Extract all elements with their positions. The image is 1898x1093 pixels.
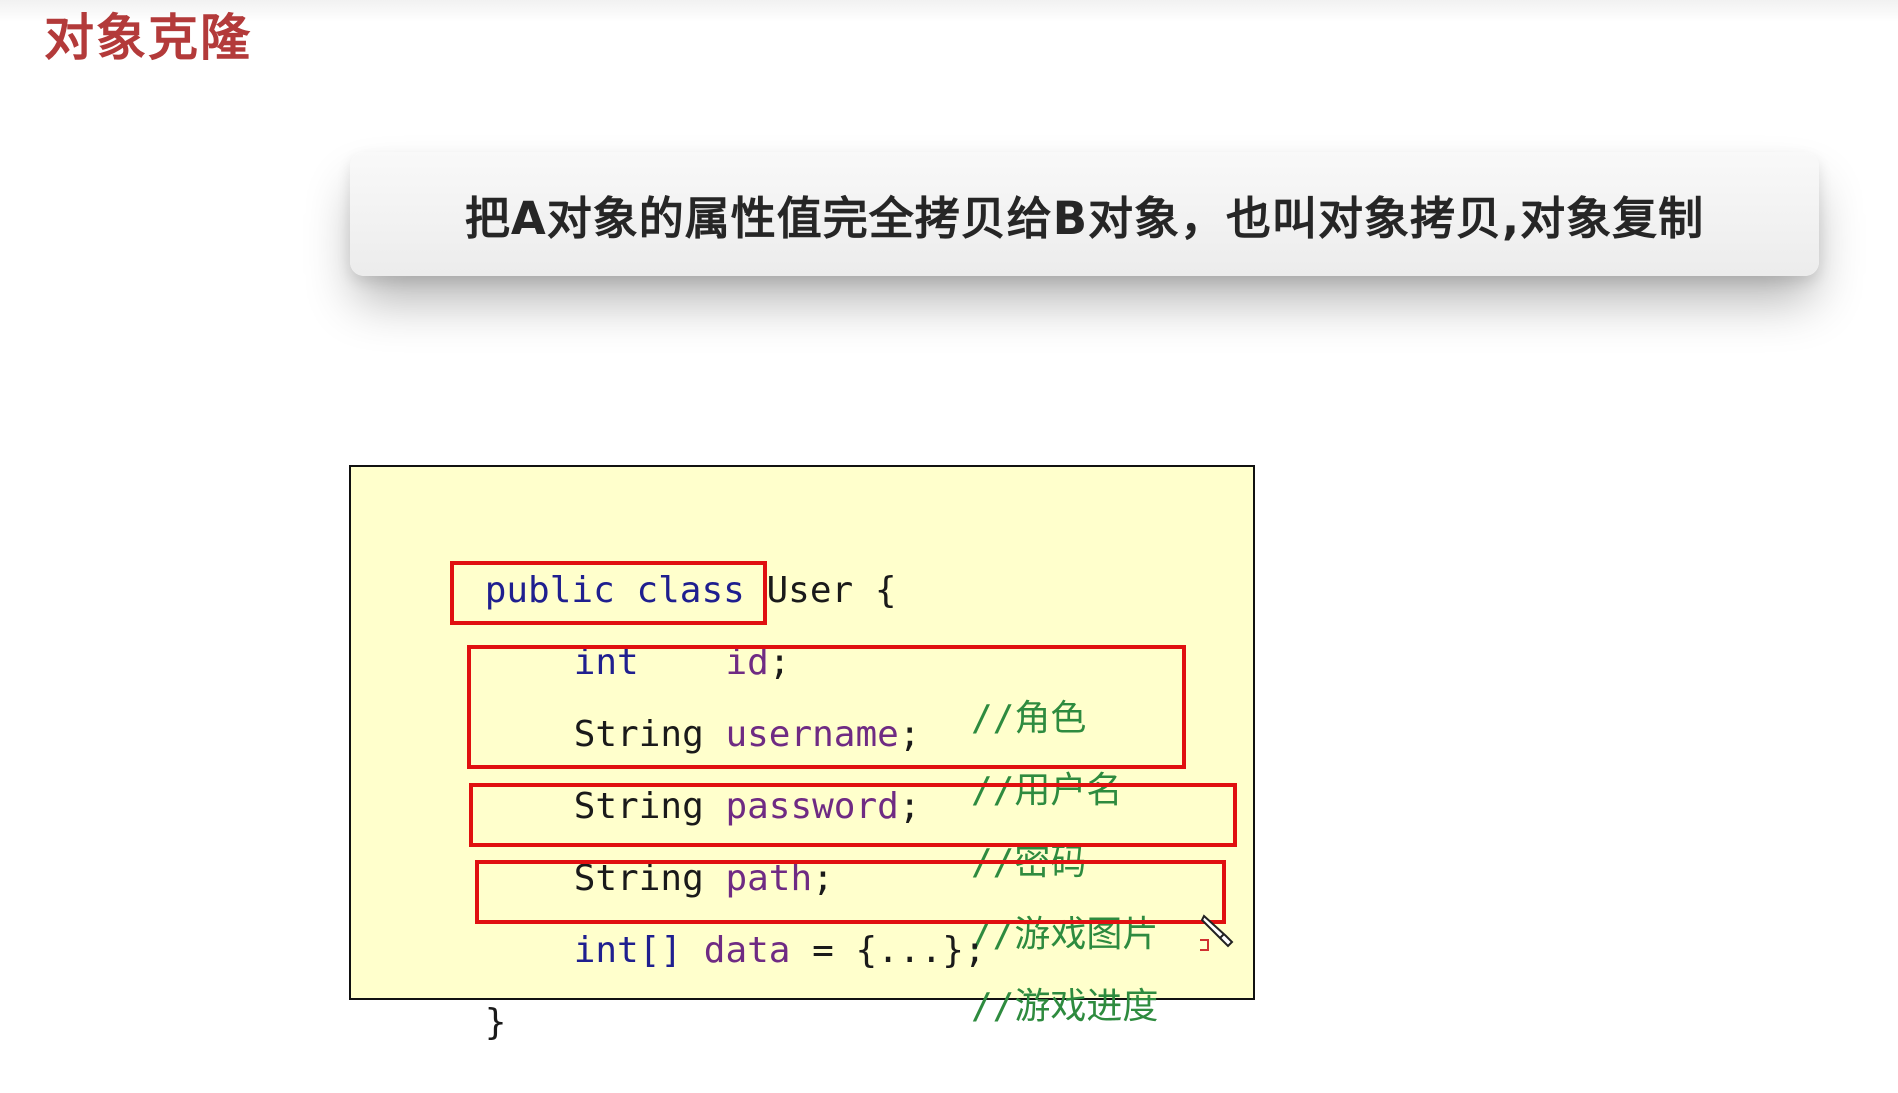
- close-brace: }: [484, 1002, 507, 1043]
- field-type: int[]: [573, 930, 683, 971]
- definition-callout: 把A对象的属性值完全拷贝给B对象，也叫对象拷贝,对象复制: [350, 152, 1819, 276]
- comment-slashes: //: [971, 986, 1015, 1027]
- top-band: [0, 0, 1898, 22]
- comment-text: 游戏进度: [1014, 986, 1159, 1027]
- code-line-class-decl: public class User {: [398, 507, 897, 611]
- highlight-box-data: [475, 860, 1226, 924]
- highlight-box-credentials: [467, 645, 1186, 769]
- assign-operator: =: [812, 930, 834, 971]
- slide-title: 对象克隆: [44, 9, 252, 67]
- definition-text: 把A对象的属性值完全拷贝给B对象，也叫对象拷贝,对象复制: [464, 191, 1705, 245]
- code-block: public class User { int id; //角色 String …: [349, 465, 1255, 1043]
- highlight-box-id: [450, 561, 767, 625]
- highlight-box-path: [469, 783, 1237, 847]
- field-value: {...};: [855, 930, 986, 971]
- field-comment: //游戏进度: [971, 979, 1158, 1035]
- pencil-cursor-icon: [1200, 914, 1234, 951]
- field-name: data: [703, 930, 791, 971]
- code-line-closing-brace: }: [398, 939, 507, 1043]
